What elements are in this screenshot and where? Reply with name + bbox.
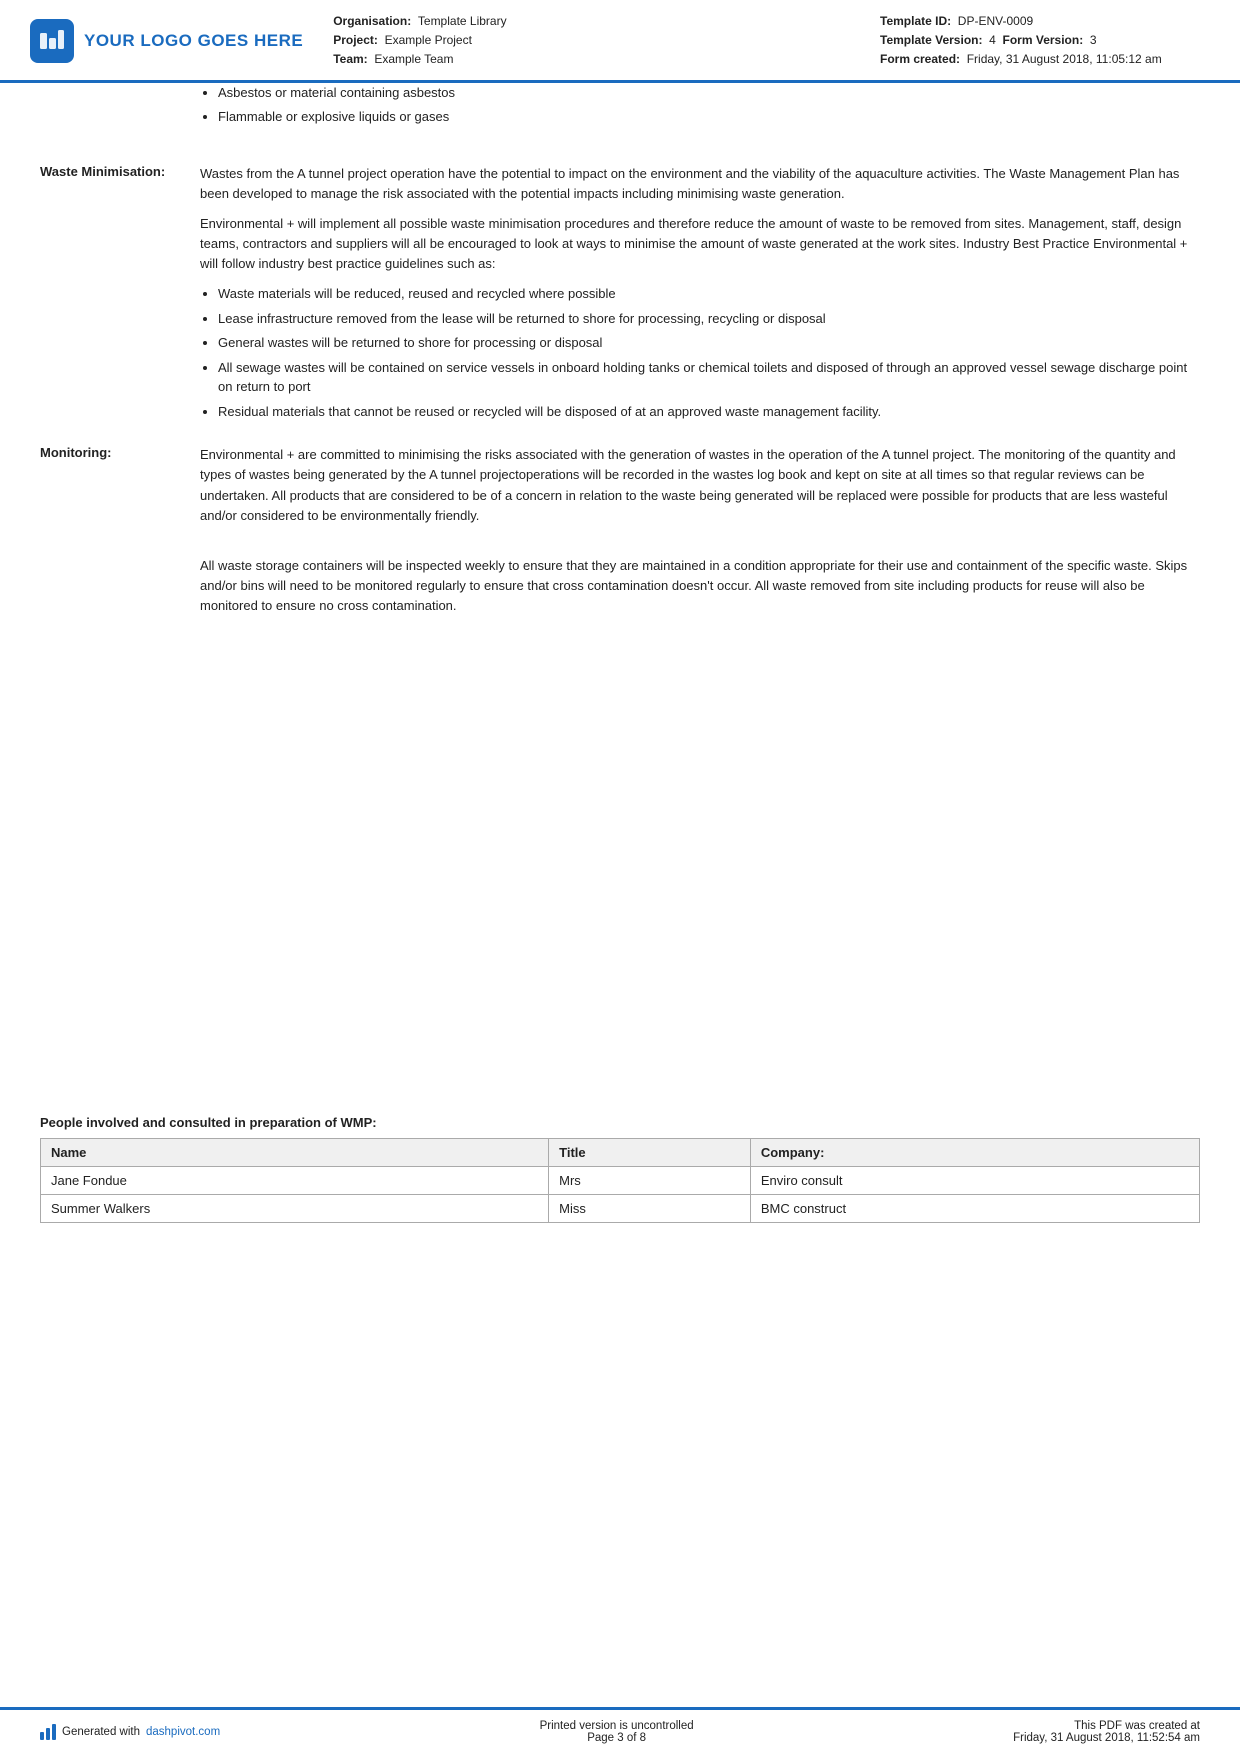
- list-item: Residual materials that cannot be reused…: [218, 402, 1200, 422]
- form-version-label: Form Version:: [1003, 33, 1084, 47]
- dashpivot-icon: [40, 1724, 56, 1740]
- list-item: Lease infrastructure removed from the le…: [218, 309, 1200, 329]
- list-item: Flammable or explosive liquids or gases: [218, 107, 1200, 127]
- footer-right: This PDF was created at Friday, 31 Augus…: [1013, 1720, 1200, 1744]
- table-header-row: Name Title Company:: [41, 1138, 1200, 1166]
- monitoring-para-1: Environmental + are committed to minimis…: [200, 445, 1200, 526]
- team-label: Team:: [333, 52, 367, 66]
- row2-company: BMC construct: [750, 1194, 1199, 1222]
- main-content: Waste Minimisation: Wastes from the A tu…: [0, 146, 1240, 1115]
- form-created-label: Form created:: [880, 52, 960, 66]
- table-heading: People involved and consulted in prepara…: [40, 1115, 1200, 1130]
- project-label: Project:: [333, 33, 378, 47]
- page-footer: Generated with dashpivot.com Printed ver…: [0, 1707, 1240, 1754]
- row1-title: Mrs: [549, 1166, 751, 1194]
- people-table: Name Title Company: Jane Fondue Mrs Envi…: [40, 1138, 1200, 1223]
- template-version-value: 4: [989, 33, 996, 47]
- logo-section: YOUR LOGO GOES HERE: [30, 12, 303, 70]
- col-title-header: Title: [549, 1138, 751, 1166]
- template-version-label: Template Version:: [880, 33, 982, 47]
- page-header: YOUR LOGO GOES HERE Organisation: Templa…: [0, 0, 1240, 83]
- waste-para-1: Wastes from the A tunnel project operati…: [200, 164, 1200, 204]
- list-item: General wastes will be returned to shore…: [218, 333, 1200, 353]
- top-bullet-list: Asbestos or material containing asbestos…: [218, 83, 1200, 127]
- footer-center-line1: Printed version is uncontrolled: [540, 1720, 694, 1732]
- col-name-header: Name: [41, 1138, 549, 1166]
- row1-company: Enviro consult: [750, 1166, 1199, 1194]
- monitoring-body: Environmental + are committed to minimis…: [200, 445, 1200, 626]
- template-id-label: Template ID:: [880, 14, 951, 28]
- list-item: All sewage wastes will be contained on s…: [218, 358, 1200, 397]
- monitoring-para-2: All waste storage containers will be ins…: [200, 556, 1200, 616]
- form-created-value: Friday, 31 August 2018, 11:05:12 am: [967, 52, 1162, 66]
- form-created-row: Form created: Friday, 31 August 2018, 11…: [880, 50, 1200, 69]
- org-row: Organisation: Template Library: [333, 12, 880, 31]
- col-company-header: Company:: [750, 1138, 1199, 1166]
- monitoring-section: Monitoring: Environmental + are committe…: [40, 445, 1200, 626]
- logo-icon: [30, 19, 74, 63]
- people-table-section: People involved and consulted in prepara…: [0, 1115, 1240, 1243]
- footer-center: Printed version is uncontrolled Page 3 o…: [540, 1720, 694, 1744]
- footer-left: Generated with dashpivot.com: [40, 1724, 220, 1740]
- header-meta: Organisation: Template Library Project: …: [333, 12, 880, 70]
- list-item: Asbestos or material containing asbestos: [218, 83, 1200, 103]
- footer-right-line1: This PDF was created at: [1013, 1720, 1200, 1732]
- row2-title: Miss: [549, 1194, 751, 1222]
- list-item: Waste materials will be reduced, reused …: [218, 284, 1200, 304]
- waste-minimisation-section: Waste Minimisation: Wastes from the A tu…: [40, 164, 1200, 432]
- monitoring-label: Monitoring:: [40, 445, 200, 626]
- header-right: Template ID: DP-ENV-0009 Template Versio…: [880, 12, 1200, 70]
- project-value: Example Project: [385, 33, 472, 47]
- row1-name: Jane Fondue: [41, 1166, 549, 1194]
- template-id-value: DP-ENV-0009: [958, 14, 1033, 28]
- generated-text: Generated with: [62, 1726, 140, 1738]
- table-row: Summer Walkers Miss BMC construct: [41, 1194, 1200, 1222]
- org-label: Organisation:: [333, 14, 411, 28]
- template-version-row: Template Version: 4 Form Version: 3: [880, 31, 1200, 50]
- team-row: Team: Example Team: [333, 50, 880, 69]
- row2-name: Summer Walkers: [41, 1194, 549, 1222]
- waste-para-2: Environmental + will implement all possi…: [200, 214, 1200, 274]
- waste-minimisation-body: Wastes from the A tunnel project operati…: [200, 164, 1200, 432]
- top-bullets-section: Asbestos or material containing asbestos…: [0, 83, 1240, 146]
- waste-bullet-list: Waste materials will be reduced, reused …: [218, 284, 1200, 421]
- template-id-row: Template ID: DP-ENV-0009: [880, 12, 1200, 31]
- logo-text: YOUR LOGO GOES HERE: [84, 31, 303, 51]
- waste-minimisation-label: Waste Minimisation:: [40, 164, 200, 432]
- table-row: Jane Fondue Mrs Enviro consult: [41, 1166, 1200, 1194]
- org-value: Template Library: [418, 14, 507, 28]
- footer-right-line2: Friday, 31 August 2018, 11:52:54 am: [1013, 1732, 1200, 1744]
- form-version-value: 3: [1090, 33, 1097, 47]
- dashpivot-link[interactable]: dashpivot.com: [146, 1726, 220, 1738]
- page-spacer: [0, 1243, 1240, 1707]
- team-value: Example Team: [374, 52, 453, 66]
- footer-center-line2: Page 3 of 8: [540, 1732, 694, 1744]
- project-row: Project: Example Project: [333, 31, 880, 50]
